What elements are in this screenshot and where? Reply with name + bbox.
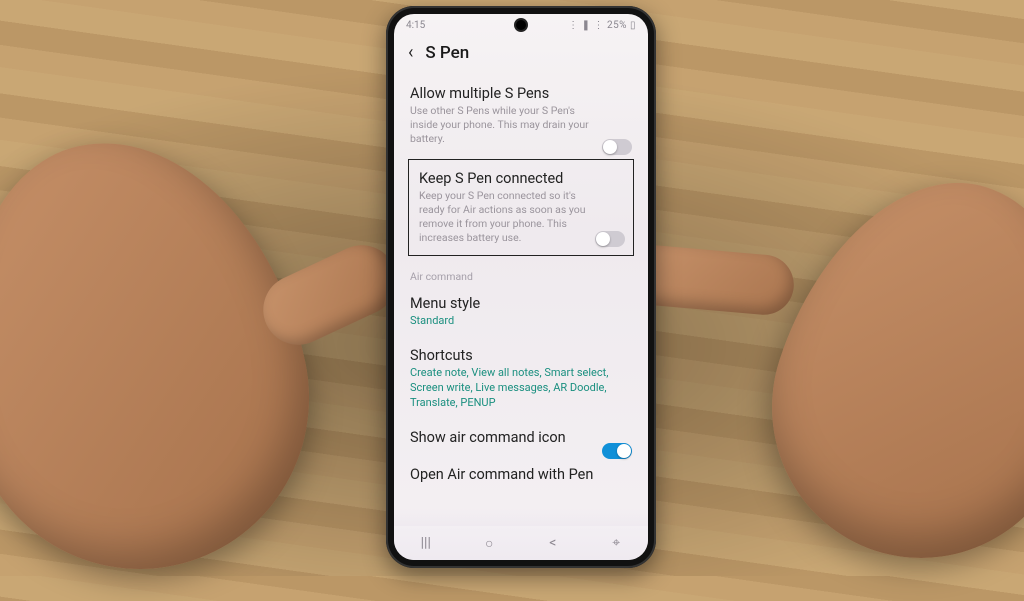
setting-title: Menu style (410, 295, 632, 312)
setting-title: Allow multiple S Pens (410, 85, 632, 102)
nav-recents-icon[interactable]: ||| (418, 535, 434, 551)
toggle-keep-spen-connected[interactable] (595, 231, 625, 247)
page-header: ‹ S Pen (394, 33, 648, 75)
setting-subtitle: Keep your S Pen connected so it's ready … (419, 189, 623, 246)
setting-title: Open Air command with Pen (410, 466, 632, 483)
navigation-bar: ||| ○ < ⌖ (394, 526, 648, 560)
setting-title: Shortcuts (410, 347, 632, 364)
setting-keep-spen-connected[interactable]: Keep S Pen connected Keep your S Pen con… (408, 159, 634, 257)
back-icon[interactable]: ‹ (408, 44, 413, 62)
front-camera (516, 20, 526, 30)
section-air-command: Air command (410, 264, 632, 285)
page-title: S Pen (425, 43, 469, 63)
bottom-fade (394, 508, 648, 526)
setting-title: Keep S Pen connected (419, 170, 623, 187)
nav-accessibility-icon[interactable]: ⌖ (608, 535, 624, 551)
nav-back-icon[interactable]: < (545, 535, 561, 551)
setting-show-air-command-icon[interactable]: Show air command icon (410, 419, 632, 456)
setting-value: Create note, View all notes, Smart selec… (410, 366, 632, 411)
status-time: 4:15 (406, 20, 425, 31)
setting-open-air-command-with-pen[interactable]: Open Air command with Pen (410, 456, 632, 493)
setting-subtitle: Use other S Pens while your S Pen's insi… (410, 104, 632, 147)
settings-list[interactable]: Allow multiple S Pens Use other S Pens w… (394, 75, 648, 493)
left-hand (0, 109, 341, 600)
phone-frame: 4:15 ⋮ ❚ ⋮ 25% ▯ ‹ S Pen Allow multiple … (386, 6, 656, 568)
phone-screen: 4:15 ⋮ ❚ ⋮ 25% ▯ ‹ S Pen Allow multiple … (394, 14, 648, 560)
setting-menu-style[interactable]: Menu style Standard (410, 285, 632, 337)
toggle-allow-multiple-spens[interactable] (602, 139, 632, 155)
setting-value: Standard (410, 314, 632, 329)
right-hand (733, 143, 1024, 597)
status-indicators: ⋮ ❚ ⋮ 25% ▯ (568, 20, 636, 31)
nav-home-icon[interactable]: ○ (481, 535, 497, 552)
setting-allow-multiple-spens[interactable]: Allow multiple S Pens Use other S Pens w… (410, 75, 632, 155)
setting-title: Show air command icon (410, 429, 632, 446)
setting-shortcuts[interactable]: Shortcuts Create note, View all notes, S… (410, 337, 632, 419)
